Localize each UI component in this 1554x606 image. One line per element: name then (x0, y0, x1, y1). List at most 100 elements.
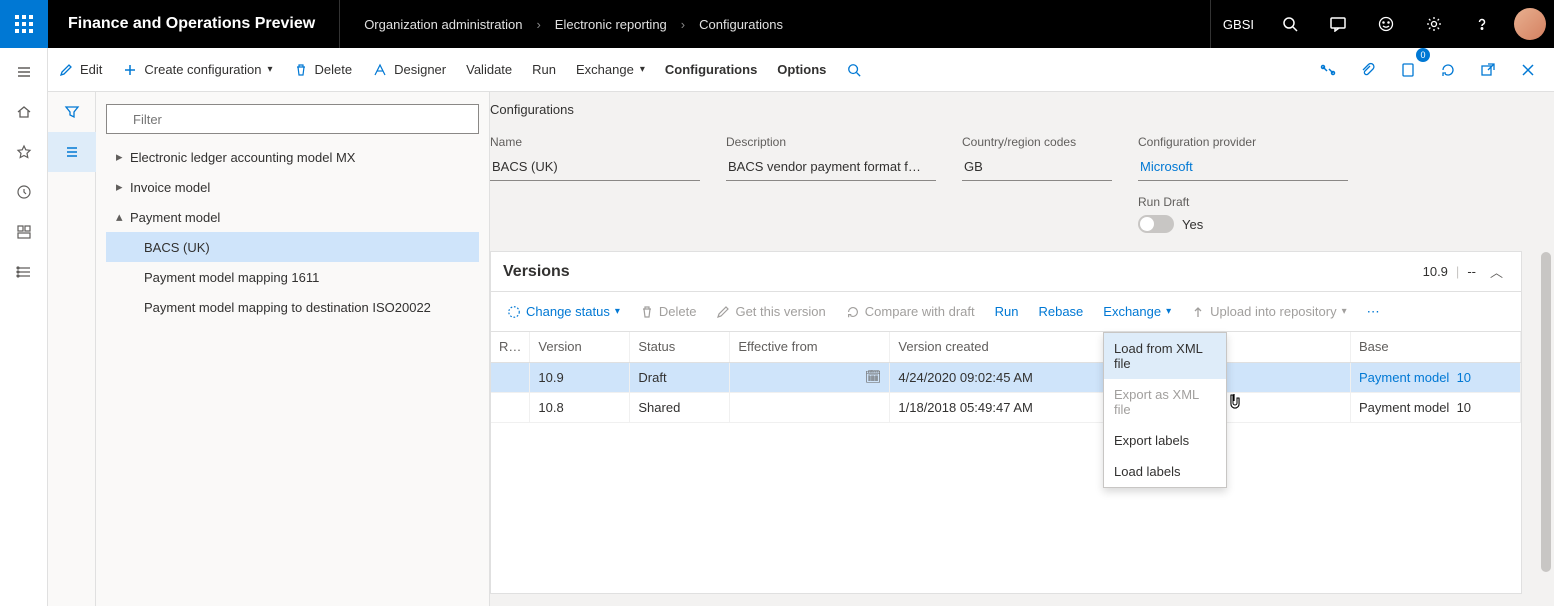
create-configuration-button[interactable]: Create configuration ▾ (112, 48, 282, 92)
tree-label: Payment model (130, 210, 220, 225)
favorite-icon[interactable] (0, 132, 48, 172)
rebase-button[interactable]: Rebase (1030, 296, 1091, 328)
cell-base[interactable]: Payment model (1359, 370, 1449, 385)
upload-label: Upload into repository (1210, 304, 1336, 319)
change-status-label: Change status (526, 304, 610, 319)
chevron-up-icon[interactable]: ︿ (1484, 262, 1509, 281)
hamburger-icon[interactable] (0, 52, 48, 92)
caret-right-icon: ▸ (116, 179, 130, 195)
rundraft-value: Yes (1182, 217, 1203, 232)
export-labels-item[interactable]: Export labels (1104, 425, 1226, 456)
cell-basenum: 10 (1457, 400, 1471, 415)
export-as-xml-item[interactable]: Export as XML file (1104, 379, 1226, 425)
cell-basenum[interactable]: 10 (1457, 370, 1471, 385)
country-value[interactable]: GB (962, 155, 1112, 181)
load-labels-item[interactable]: Load labels (1104, 456, 1226, 487)
close-icon[interactable] (1510, 52, 1546, 88)
chevron-right-icon: › (681, 17, 685, 32)
calendar-icon[interactable]: 🗓 (865, 369, 882, 384)
filter-input[interactable] (106, 104, 479, 134)
connector-icon[interactable] (1310, 52, 1346, 88)
search-icon[interactable] (1266, 0, 1314, 48)
validate-button[interactable]: Validate (456, 48, 522, 92)
avatar[interactable] (1506, 0, 1554, 48)
modules-icon[interactable] (0, 252, 48, 292)
breadcrumb: Organization administration › Electronic… (340, 17, 1210, 32)
breadcrumb-item[interactable]: Electronic reporting (555, 17, 667, 32)
exchange-version-button[interactable]: Exchange ▾ (1095, 296, 1179, 328)
name-value[interactable]: BACS (UK) (490, 155, 700, 181)
notification-icon[interactable]: 0 (1390, 52, 1426, 88)
exchange-version-label: Exchange (1103, 304, 1161, 319)
run-version-button[interactable]: Run (987, 296, 1027, 328)
filter-icon[interactable] (48, 92, 96, 132)
col-effective[interactable]: Effective from (730, 332, 890, 362)
plus-icon (122, 62, 138, 78)
find-button[interactable] (836, 48, 872, 92)
col-r[interactable]: R… (491, 332, 530, 362)
breadcrumb-item[interactable]: Configurations (699, 17, 783, 32)
col-status[interactable]: Status (630, 332, 730, 362)
exchange-button[interactable]: Exchange ▾ (566, 48, 655, 92)
run-version-label: Run (995, 304, 1019, 319)
configurations-button[interactable]: Configurations (655, 48, 767, 92)
tree-node[interactable]: ▸Electronic ledger accounting model MX (106, 142, 479, 172)
refresh-icon[interactable] (1430, 52, 1466, 88)
gear-icon[interactable] (1410, 0, 1458, 48)
tree-label: Electronic ledger accounting model MX (130, 150, 355, 165)
change-status-button[interactable]: Change status ▾ (499, 296, 628, 328)
cell-version: 10.8 (530, 392, 630, 422)
home-icon[interactable] (0, 92, 48, 132)
edit-button[interactable]: Edit (48, 48, 112, 92)
name-label: Name (490, 135, 700, 149)
tree-node[interactable]: Payment model mapping 1611 (106, 262, 479, 292)
exchange-dropdown: Load from XML file Export as XML file Ex… (1103, 332, 1227, 488)
app-launcher[interactable] (0, 0, 48, 48)
description-label: Description (726, 135, 936, 149)
tree-node-selected[interactable]: BACS (UK) (106, 232, 479, 262)
provider-label: Configuration provider (1138, 135, 1348, 149)
delete-button[interactable]: Delete (283, 48, 363, 92)
rundraft-label: Run Draft (1138, 195, 1348, 209)
upload-repository-button[interactable]: Upload into repository ▾ (1183, 296, 1355, 328)
get-version-button[interactable]: Get this version (708, 296, 833, 328)
breadcrumb-item[interactable]: Organization administration (364, 17, 522, 32)
more-icon[interactable]: ⋯ (1359, 296, 1388, 328)
description-value[interactable]: BACS vendor payment format f… (726, 155, 936, 181)
validate-label: Validate (466, 62, 512, 77)
col-base[interactable]: Base (1351, 332, 1521, 362)
designer-icon (372, 62, 388, 78)
list-icon[interactable] (48, 132, 96, 172)
tree-node[interactable]: Payment model mapping to destination ISO… (106, 292, 479, 322)
col-version[interactable]: Version (530, 332, 630, 362)
tree-node[interactable]: ▴Payment model (106, 202, 479, 232)
designer-button[interactable]: Designer (362, 48, 456, 92)
notification-badge: 0 (1416, 48, 1430, 62)
designer-label: Designer (394, 62, 446, 77)
table-row[interactable]: 10.8 Shared 1/18/2018 05:49:47 AM Paymen… (491, 392, 1521, 422)
attachment-icon[interactable] (1350, 52, 1386, 88)
popout-icon[interactable] (1470, 52, 1506, 88)
section-title: Configurations (490, 92, 1522, 135)
load-from-xml-item[interactable]: Load from XML file (1104, 333, 1226, 379)
cell-status: Shared (630, 392, 730, 422)
trash-icon (293, 62, 309, 78)
compare-button[interactable]: Compare with draft (838, 296, 983, 328)
help-icon[interactable] (1458, 0, 1506, 48)
rundraft-toggle[interactable] (1138, 215, 1174, 233)
tree-node[interactable]: ▸Invoice model (106, 172, 479, 202)
provider-value[interactable]: Microsoft (1138, 155, 1348, 181)
table-row[interactable]: 10.9 Draft 🗓 4/24/2020 09:02:45 AM Payme… (491, 362, 1521, 392)
workspace-icon[interactable] (0, 212, 48, 252)
run-button[interactable]: Run (522, 48, 566, 92)
options-button[interactable]: Options (767, 48, 836, 92)
chevron-down-icon: ▾ (615, 306, 620, 317)
smiley-icon[interactable] (1362, 0, 1410, 48)
configurations-label: Configurations (665, 62, 757, 77)
company-selector[interactable]: GBSI (1211, 0, 1266, 48)
scrollbar[interactable] (1536, 92, 1554, 606)
scrollbar-thumb[interactable] (1541, 252, 1551, 572)
recent-icon[interactable] (0, 172, 48, 212)
delete-version-button[interactable]: Delete (632, 296, 705, 328)
messages-icon[interactable] (1314, 0, 1362, 48)
